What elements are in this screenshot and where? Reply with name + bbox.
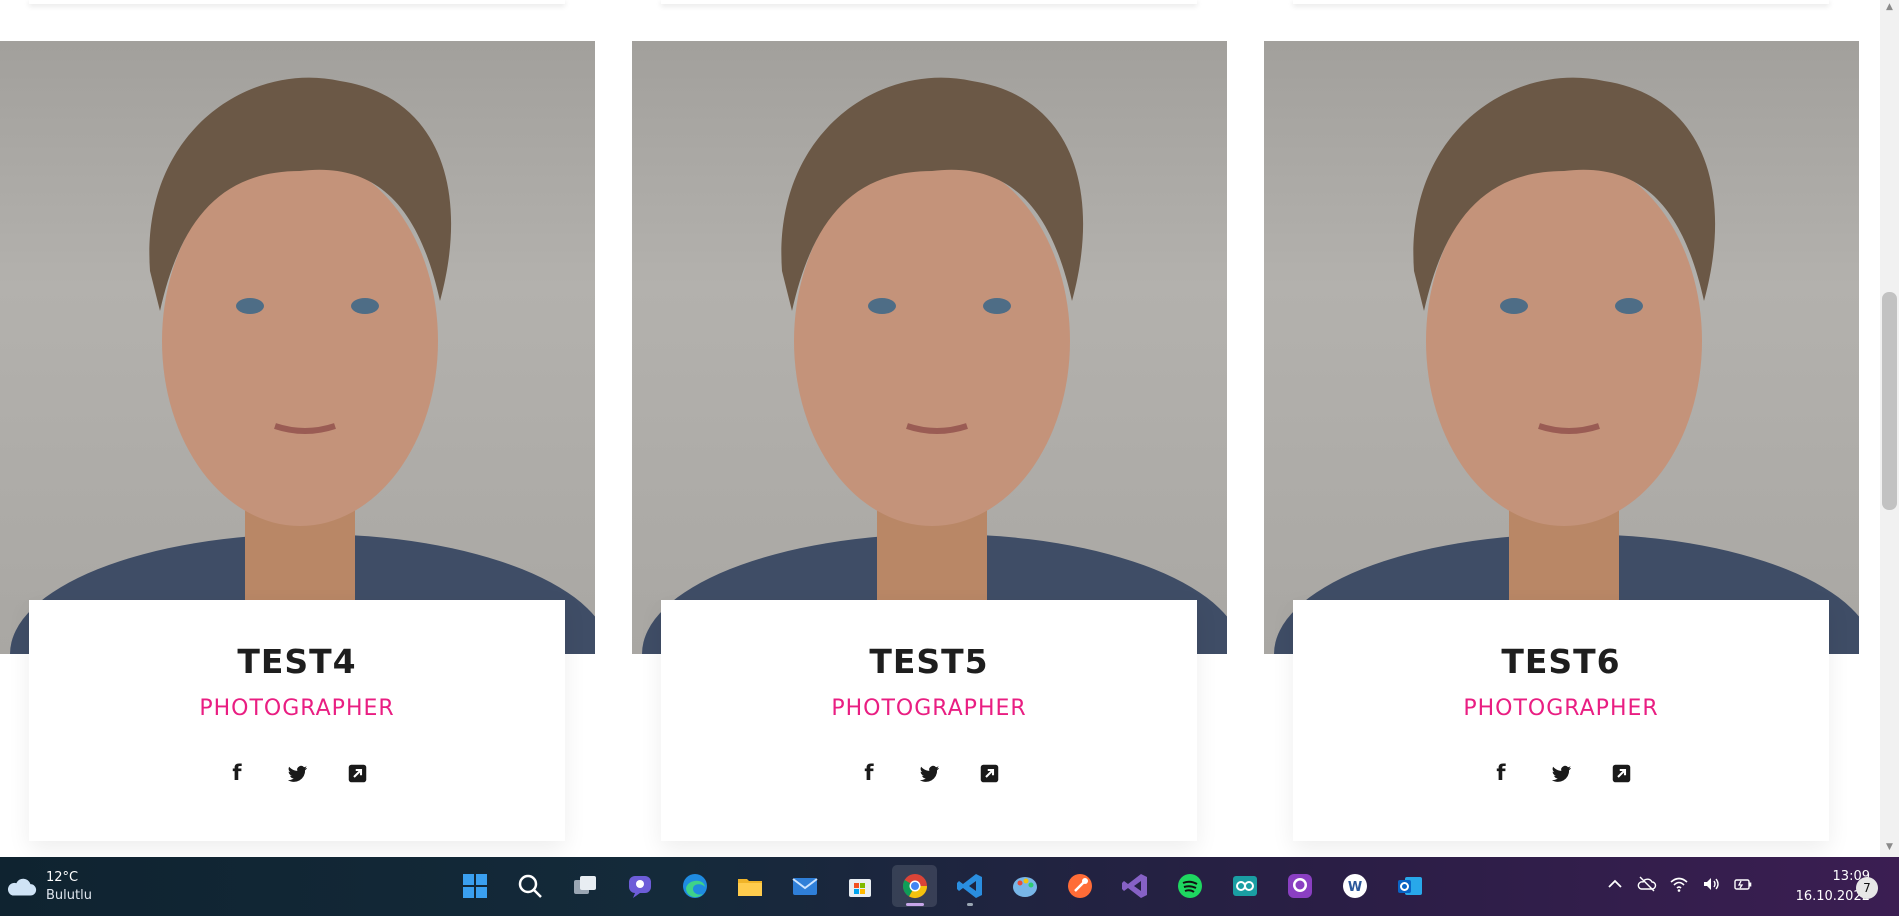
taskbar-apps: W: [452, 865, 1432, 907]
weather-condition: Bulutlu: [46, 888, 92, 903]
windows-taskbar: 12°C Bulutlu W 13:09 16.10.2022 7: [0, 857, 1899, 916]
social-links: f: [1293, 760, 1829, 786]
scroll-thumb[interactable]: [1882, 292, 1897, 510]
twitter-icon[interactable]: [1548, 760, 1574, 786]
member-role: PHOTOGRAPHER: [831, 696, 1027, 721]
mail-icon[interactable]: [782, 865, 827, 907]
scroll-down-arrow-icon[interactable]: ▼: [1884, 842, 1895, 852]
previous-card-bottom: [29, 0, 565, 4]
team-member-info: TEST4 PHOTOGRAPHER f: [29, 600, 565, 841]
active-app-indicator: [905, 903, 924, 906]
social-links: f: [661, 760, 1197, 786]
team-member-info: TEST6 PHOTOGRAPHER f: [1293, 600, 1829, 841]
weather-temperature: 12°C: [46, 870, 79, 885]
team-member-info: TEST5 PHOTOGRAPHER f: [661, 600, 1197, 841]
task-view-icon[interactable]: [562, 865, 607, 907]
chat-icon[interactable]: [617, 865, 662, 907]
edge-icon[interactable]: [672, 865, 717, 907]
cloud-icon: [7, 878, 37, 896]
onedrive-offline-icon[interactable]: [1637, 874, 1657, 898]
member-name: TEST6: [1501, 642, 1621, 681]
member-name: TEST5: [869, 642, 989, 681]
spotify-icon[interactable]: [1167, 865, 1212, 907]
member-role: PHOTOGRAPHER: [1463, 696, 1659, 721]
battery-icon[interactable]: [1733, 874, 1753, 898]
external-link-icon[interactable]: [1608, 760, 1634, 786]
scroll-up-arrow-icon[interactable]: ▲: [1884, 2, 1895, 12]
facebook-icon[interactable]: f: [1488, 760, 1514, 786]
previous-card-bottom: [1293, 0, 1829, 4]
paint-icon[interactable]: [1002, 865, 1047, 907]
web-page: TEST4 PHOTOGRAPHER f TEST5 PHOTOGRAPHER …: [0, 0, 1880, 857]
store-icon[interactable]: [837, 865, 882, 907]
weather-widget[interactable]: 12°C Bulutlu: [4, 865, 92, 909]
member-role: PHOTOGRAPHER: [199, 696, 395, 721]
facebook-icon[interactable]: f: [224, 760, 250, 786]
chrome-icon[interactable]: [892, 865, 937, 907]
social-links: f: [29, 760, 565, 786]
team-member-photo: [632, 41, 1227, 654]
volume-icon[interactable]: [1701, 874, 1721, 898]
page-scrollbar[interactable]: ▲ ▼: [1880, 0, 1899, 857]
vscode-icon[interactable]: [947, 865, 992, 907]
team-member-photo: [1264, 41, 1859, 654]
team-member-photo: [0, 41, 595, 654]
external-link-icon[interactable]: [976, 760, 1002, 786]
arduino-icon[interactable]: [1222, 865, 1267, 907]
previous-card-bottom: [661, 0, 1197, 4]
visual-studio-icon[interactable]: [1112, 865, 1157, 907]
clock-time: 13:09: [1832, 869, 1870, 884]
search-icon[interactable]: [507, 865, 552, 907]
twitter-icon[interactable]: [916, 760, 942, 786]
chevron-up-icon[interactable]: [1605, 874, 1625, 898]
wifi-icon[interactable]: [1669, 874, 1689, 898]
github-desktop-icon[interactable]: [1277, 865, 1322, 907]
external-link-icon[interactable]: [344, 760, 370, 786]
weather-text: 12°C Bulutlu: [46, 869, 92, 905]
notification-badge[interactable]: 7: [1856, 877, 1878, 899]
file-explorer-icon[interactable]: [727, 865, 772, 907]
system-clock[interactable]: 13:09 16.10.2022: [1760, 867, 1870, 907]
outlook-icon[interactable]: [1387, 865, 1432, 907]
twitter-icon[interactable]: [284, 760, 310, 786]
facebook-icon[interactable]: f: [856, 760, 882, 786]
svg-text:W: W: [1347, 880, 1361, 895]
postman-icon[interactable]: [1057, 865, 1102, 907]
open-app-indicator: [966, 903, 973, 906]
word-icon[interactable]: W: [1332, 865, 1377, 907]
windows-start-icon[interactable]: [452, 865, 497, 907]
system-tray: [1605, 865, 1753, 907]
clock-date: 16.10.2022: [1795, 889, 1870, 904]
member-name: TEST4: [237, 642, 357, 681]
